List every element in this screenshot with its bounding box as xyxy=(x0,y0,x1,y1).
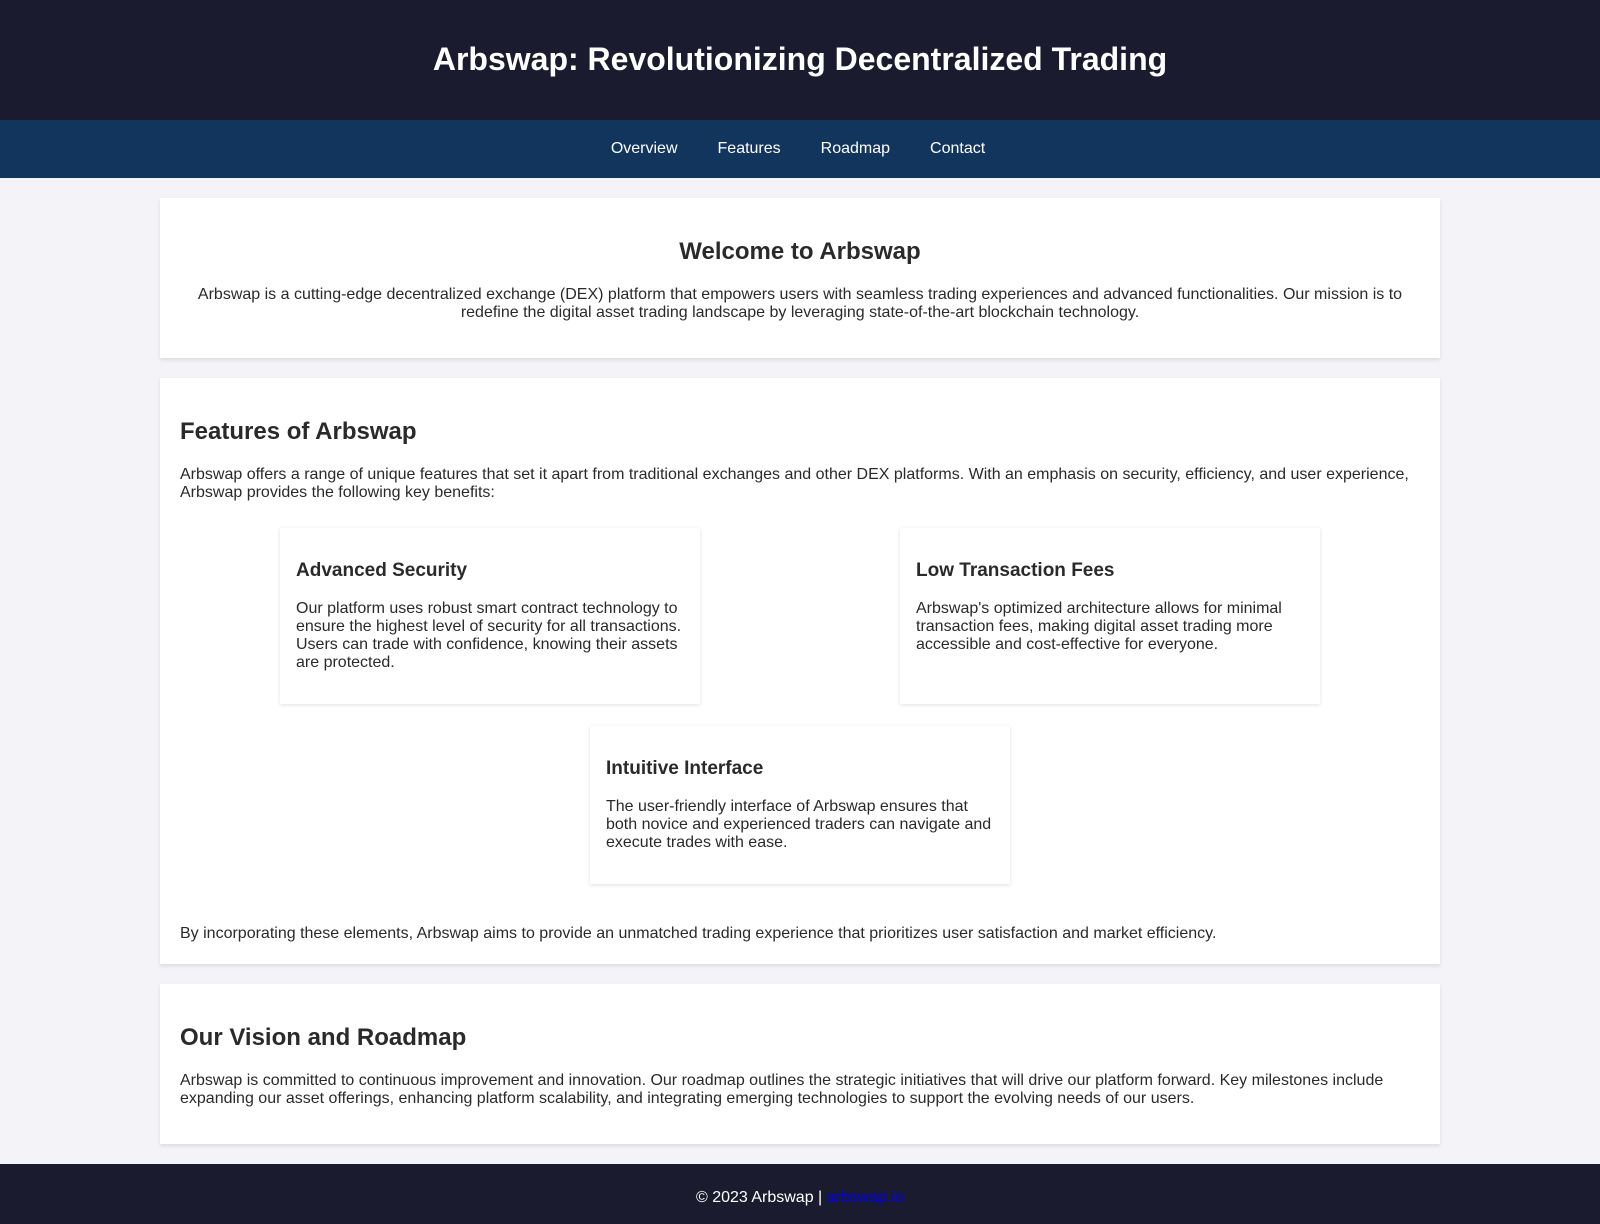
feature-title: Low Transaction Fees xyxy=(916,560,1115,581)
welcome-section: Welcome to Arbswap Arbswap is a cutting-… xyxy=(160,198,1440,358)
main-content: Welcome to Arbswap Arbswap is a cutting-… xyxy=(160,198,1440,1144)
feature-title: Intuitive Interface xyxy=(606,758,764,779)
feature-text: Arbswap's optimized architecture allows … xyxy=(916,600,1282,653)
nav-link-roadmap[interactable]: Roadmap xyxy=(821,140,890,158)
feature-text: Our platform uses robust smart contract … xyxy=(296,600,682,671)
features-closing: By incorporating these elements, Arbswap… xyxy=(180,925,1217,942)
page-title: Arbswap: Revolutionizing Decentralized T… xyxy=(432,40,1168,77)
feature-card-advanced-security: Advanced Security Our platform uses robu… xyxy=(280,528,700,704)
site-header: Arbswap: Revolutionizing Decentralized T… xyxy=(0,0,1600,120)
nav-link-overview[interactable]: Overview xyxy=(611,140,678,158)
feature-grid: Advanced Security Our platform uses robu… xyxy=(180,528,1420,890)
footer-copyright: © 2023 Arbswap | xyxy=(695,1189,823,1206)
features-section: Features of Arbswap Arbswap offers a ran… xyxy=(160,378,1440,964)
feature-card-low-transaction-fees: Low Transaction Fees Arbswap's optimized… xyxy=(900,528,1320,704)
nav-link-contact[interactable]: Contact xyxy=(930,140,985,158)
nav-link-features[interactable]: Features xyxy=(718,140,781,158)
feature-card-intuitive-interface: Intuitive Interface The user-friendly in… xyxy=(590,726,1010,884)
features-heading: Features of Arbswap xyxy=(180,418,417,445)
feature-title: Advanced Security xyxy=(296,560,468,581)
main-nav: Overview Features Roadmap Contact xyxy=(0,120,1600,178)
roadmap-heading: Our Vision and Roadmap xyxy=(180,1024,467,1051)
roadmap-text: Arbswap is committed to continuous impro… xyxy=(180,1072,1384,1107)
site-footer: © 2023 Arbswap | arbswap.io xyxy=(0,1164,1600,1224)
welcome-heading: Welcome to Arbswap xyxy=(679,238,921,265)
roadmap-section: Our Vision and Roadmap Arbswap is commit… xyxy=(160,984,1440,1144)
features-intro: Arbswap offers a range of unique feature… xyxy=(180,466,1409,501)
feature-text: The user-friendly interface of Arbswap e… xyxy=(606,798,992,851)
footer-link[interactable]: arbswap.io xyxy=(827,1189,904,1206)
welcome-text: Arbswap is a cutting-edge decentralized … xyxy=(197,286,1403,321)
